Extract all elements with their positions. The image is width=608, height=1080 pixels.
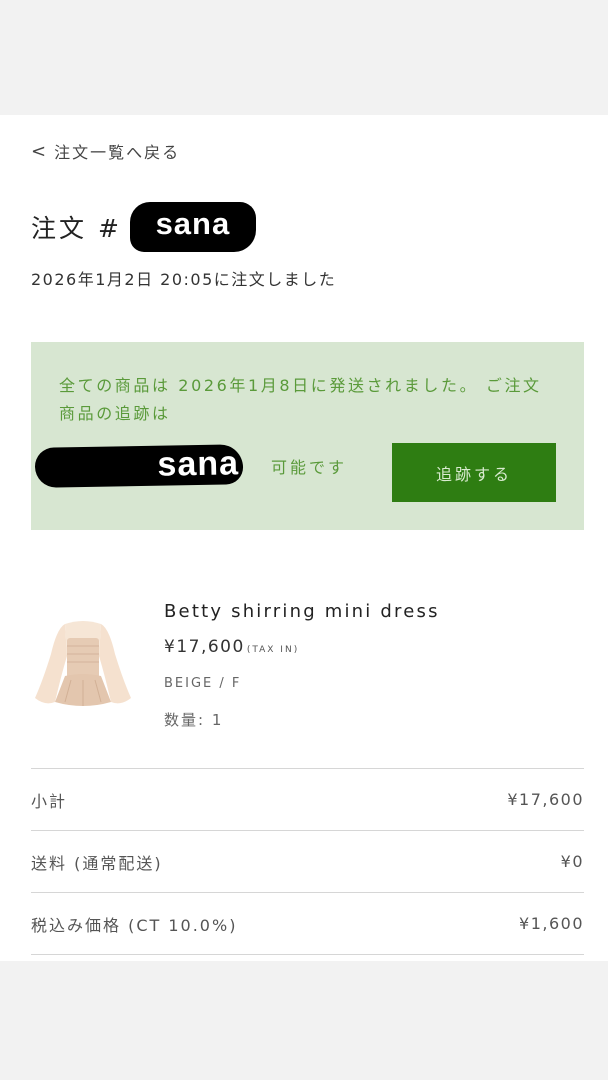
order-item: Betty shirring mini dress ¥17,600 (TAX IN… bbox=[31, 596, 584, 736]
order-title-prefix: 注文 # bbox=[31, 214, 122, 243]
page-title: 注文 # sana bbox=[31, 202, 256, 252]
summary-label: 送料 (通常配送) bbox=[31, 853, 163, 873]
product-variant: BEIGE / F bbox=[164, 676, 242, 691]
shipping-notice-text: 全ての商品は 2026年1月8日に発送されました。 ご注文商品の追跡は bbox=[59, 376, 542, 423]
product-price: ¥17,600 (TAX IN) bbox=[164, 637, 299, 657]
summary-row-tax: 税込み価格 (CT 10.0%) ¥1,600 bbox=[31, 892, 584, 955]
tracking-row: sana 可能です bbox=[34, 444, 348, 488]
summary-value: ¥1,600 bbox=[519, 914, 584, 933]
product-price-value: ¥17,600 bbox=[164, 637, 245, 657]
track-button[interactable]: 追跡する bbox=[392, 443, 556, 502]
redacted-tracking-number: sana bbox=[34, 444, 244, 488]
back-to-orders-link[interactable]: < 注文一覧へ戻る bbox=[31, 139, 180, 163]
shipping-notice: 全ての商品は 2026年1月8日に発送されました。 ご注文商品の追跡は sana… bbox=[31, 342, 584, 530]
product-name[interactable]: Betty shirring mini dress bbox=[164, 601, 440, 622]
order-date: 2026年1月2日 20:05に注文しました bbox=[31, 270, 337, 289]
summary-label: 小計 bbox=[31, 791, 68, 811]
summary-value: ¥17,600 bbox=[507, 790, 584, 809]
product-quantity: 数量: 1 bbox=[164, 711, 224, 729]
chevron-left-icon: < bbox=[31, 140, 47, 162]
order-summary: 小計 ¥17,600 送料 (通常配送) ¥0 税込み価格 (CT 10.0%)… bbox=[31, 768, 584, 955]
summary-label: 税込み価格 (CT 10.0%) bbox=[31, 915, 238, 935]
product-thumbnail[interactable] bbox=[31, 614, 137, 714]
back-link-label: 注文一覧へ戻る bbox=[54, 143, 181, 162]
summary-row-shipping: 送料 (通常配送) ¥0 bbox=[31, 830, 584, 892]
tax-note: (TAX IN) bbox=[246, 645, 300, 655]
tracking-available-text: 可能です bbox=[271, 458, 348, 477]
redacted-order-number: sana bbox=[129, 202, 256, 252]
summary-value: ¥0 bbox=[560, 852, 584, 871]
summary-row-subtotal: 小計 ¥17,600 bbox=[31, 768, 584, 830]
